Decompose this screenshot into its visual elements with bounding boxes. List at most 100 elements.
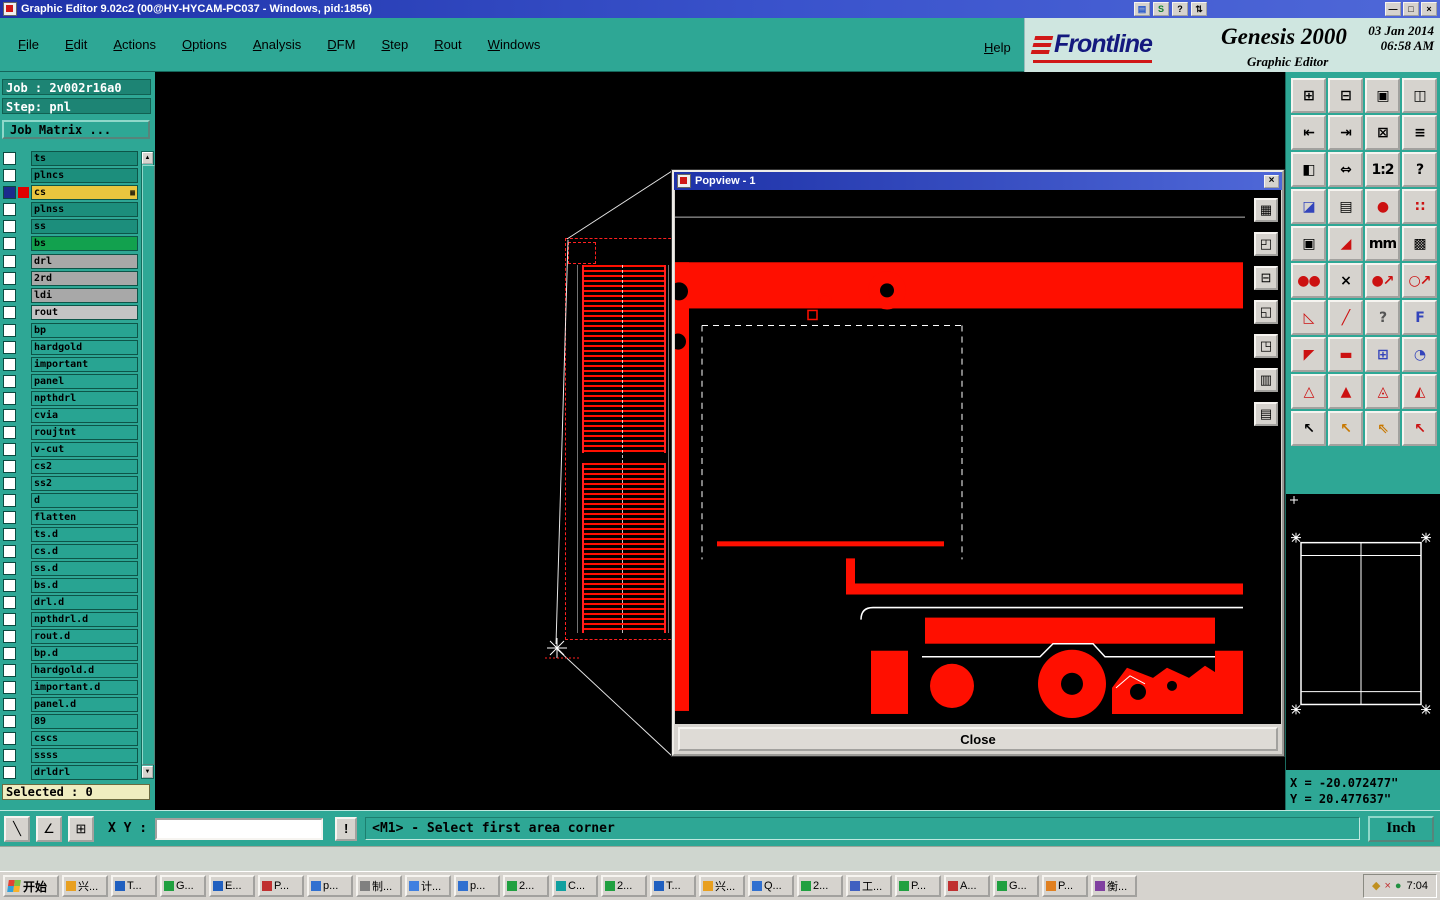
toolbar-button[interactable]: △ bbox=[1291, 374, 1326, 409]
layer-name-bar[interactable]: hardgold.d bbox=[31, 663, 138, 678]
layer-checkbox[interactable] bbox=[3, 596, 16, 609]
layer-name-bar[interactable]: cs2 bbox=[31, 459, 138, 474]
layer-row[interactable]: cs.d bbox=[3, 544, 138, 559]
layer-row[interactable]: panel.d bbox=[3, 697, 138, 712]
layer-row[interactable]: ss2 bbox=[3, 476, 138, 491]
layer-checkbox[interactable] bbox=[3, 426, 16, 439]
layer-name-bar[interactable]: panel.d bbox=[31, 697, 138, 712]
layer-row[interactable]: d bbox=[3, 493, 138, 508]
layer-row[interactable]: ldi bbox=[3, 288, 138, 303]
layer-checkbox[interactable] bbox=[3, 306, 16, 319]
toolbar-button[interactable]: ⊠ bbox=[1365, 115, 1400, 150]
layer-checkbox[interactable] bbox=[3, 392, 16, 405]
toolbar-button[interactable]: ↖ bbox=[1291, 411, 1326, 446]
taskbar-item[interactable]: P... bbox=[1042, 875, 1088, 897]
layer-name-bar[interactable]: ts.d bbox=[31, 527, 138, 542]
layer-name-bar[interactable]: plnss bbox=[31, 202, 138, 217]
menu-item[interactable]: Windows bbox=[488, 37, 541, 52]
layer-row[interactable]: panel bbox=[3, 374, 138, 389]
taskbar-item[interactable]: E... bbox=[209, 875, 255, 897]
layer-row[interactable]: plnss bbox=[3, 202, 138, 217]
layer-row[interactable]: 2rd bbox=[3, 271, 138, 286]
mode-button[interactable]: ∠ bbox=[36, 815, 62, 842]
toolbar-button[interactable]: ⊞ bbox=[1291, 78, 1326, 113]
layer-row[interactable]: cs ▦ bbox=[3, 185, 138, 200]
layer-name-bar[interactable]: d bbox=[31, 493, 138, 508]
popview-tool-button[interactable]: ◱ bbox=[1254, 300, 1278, 324]
popview-canvas[interactable]: ▦ ◰ ⊟ ◱ ◳ ▥ ▤ bbox=[675, 190, 1281, 724]
layer-checkbox[interactable] bbox=[3, 341, 16, 354]
layer-name-bar[interactable]: bp.d bbox=[31, 646, 138, 661]
layer-row[interactable]: cvia bbox=[3, 408, 138, 423]
layer-row[interactable]: cscs bbox=[3, 731, 138, 746]
toolbar-button[interactable]: ⇤ bbox=[1291, 115, 1326, 150]
layer-checkbox[interactable] bbox=[3, 630, 16, 643]
toolbar-button[interactable]: ↖ bbox=[1402, 411, 1437, 446]
layer-checkbox[interactable] bbox=[3, 289, 16, 302]
taskbar-item[interactable]: 2... bbox=[503, 875, 549, 897]
popview-tool-button[interactable]: ◰ bbox=[1254, 232, 1278, 256]
toolbar-button[interactable]: ⊟ bbox=[1328, 78, 1363, 113]
layer-checkbox[interactable] bbox=[3, 528, 16, 541]
layer-row[interactable]: drl.d bbox=[3, 595, 138, 610]
layer-name-bar[interactable]: rout bbox=[31, 305, 138, 320]
taskbar-item[interactable]: P... bbox=[895, 875, 941, 897]
taskbar-item[interactable]: p... bbox=[307, 875, 353, 897]
toolbar-button[interactable]: ◧ bbox=[1291, 152, 1326, 187]
layer-row[interactable]: important bbox=[3, 357, 138, 372]
layer-name-bar[interactable]: important.d bbox=[31, 680, 138, 695]
layer-checkbox[interactable] bbox=[3, 460, 16, 473]
layer-row[interactable]: rout.d bbox=[3, 629, 138, 644]
toolbar-button[interactable]: ▣ bbox=[1365, 78, 1400, 113]
layer-name-bar[interactable]: cs ▦ bbox=[31, 185, 138, 200]
layer-name-bar[interactable]: 2rd bbox=[31, 271, 138, 286]
menu-item[interactable]: DFM bbox=[327, 37, 355, 52]
layer-name-bar[interactable]: ts bbox=[31, 151, 138, 166]
layer-name-bar[interactable]: plncs bbox=[31, 168, 138, 183]
taskbar-item[interactable]: 制... bbox=[356, 875, 402, 897]
taskbar-item[interactable]: 2... bbox=[601, 875, 647, 897]
layer-checkbox[interactable] bbox=[3, 766, 16, 779]
window-control-button[interactable]: □ bbox=[1403, 2, 1419, 16]
toolbar-button[interactable]: ○↗ bbox=[1402, 263, 1437, 298]
toolbar-button[interactable]: ▬ bbox=[1328, 337, 1363, 372]
toolbar-button[interactable]: ●● bbox=[1291, 263, 1326, 298]
layer-checkbox[interactable] bbox=[3, 203, 16, 216]
mode-button[interactable]: ⊞ bbox=[68, 815, 94, 842]
menu-item[interactable]: Step bbox=[381, 37, 408, 52]
units-button[interactable]: Inch bbox=[1368, 815, 1434, 842]
layer-row[interactable]: ts.d bbox=[3, 527, 138, 542]
layer-name-bar[interactable]: bp bbox=[31, 323, 138, 338]
layer-row[interactable]: drldrl bbox=[3, 765, 138, 780]
layer-row[interactable]: npthdrl.d bbox=[3, 612, 138, 627]
toolbar-button[interactable]: ◫ bbox=[1402, 78, 1437, 113]
taskbar-item[interactable]: 兴... bbox=[62, 875, 108, 897]
layer-checkbox[interactable] bbox=[3, 579, 16, 592]
layer-checkbox[interactable] bbox=[3, 409, 16, 422]
layer-checkbox[interactable] bbox=[3, 749, 16, 762]
toolbar-button[interactable]: ● bbox=[1365, 189, 1400, 224]
layer-name-bar[interactable]: roujtnt bbox=[31, 425, 138, 440]
layer-checkbox[interactable] bbox=[3, 477, 16, 490]
layer-name-bar[interactable]: ldi bbox=[31, 288, 138, 303]
menu-item[interactable]: Actions bbox=[113, 37, 156, 52]
layer-name-bar[interactable]: drl.d bbox=[31, 595, 138, 610]
layer-row[interactable]: 89 bbox=[3, 714, 138, 729]
layer-checkbox[interactable] bbox=[3, 152, 16, 165]
toolbar-button[interactable]: ? bbox=[1365, 300, 1400, 335]
toolbar-button[interactable]: ◢ bbox=[1328, 226, 1363, 261]
toolbar-button[interactable]: ▲ bbox=[1328, 374, 1363, 409]
layer-checkbox[interactable] bbox=[3, 664, 16, 677]
layer-name-bar[interactable]: important bbox=[31, 357, 138, 372]
layer-name-bar[interactable]: npthdrl.d bbox=[31, 612, 138, 627]
job-matrix-button[interactable]: Job Matrix ... bbox=[2, 120, 150, 139]
titlebar-mini-button[interactable]: ▤ bbox=[1134, 2, 1150, 16]
layer-checkbox[interactable] bbox=[3, 272, 16, 285]
tray-icon[interactable]: ◆ bbox=[1372, 880, 1380, 892]
layer-checkbox[interactable] bbox=[3, 511, 16, 524]
layer-checkbox[interactable] bbox=[3, 545, 16, 558]
layer-row[interactable]: hardgold.d bbox=[3, 663, 138, 678]
layer-row[interactable]: bp.d bbox=[3, 646, 138, 661]
scroll-up-icon[interactable]: ▲ bbox=[142, 152, 153, 164]
layer-row[interactable]: drl bbox=[3, 254, 138, 269]
